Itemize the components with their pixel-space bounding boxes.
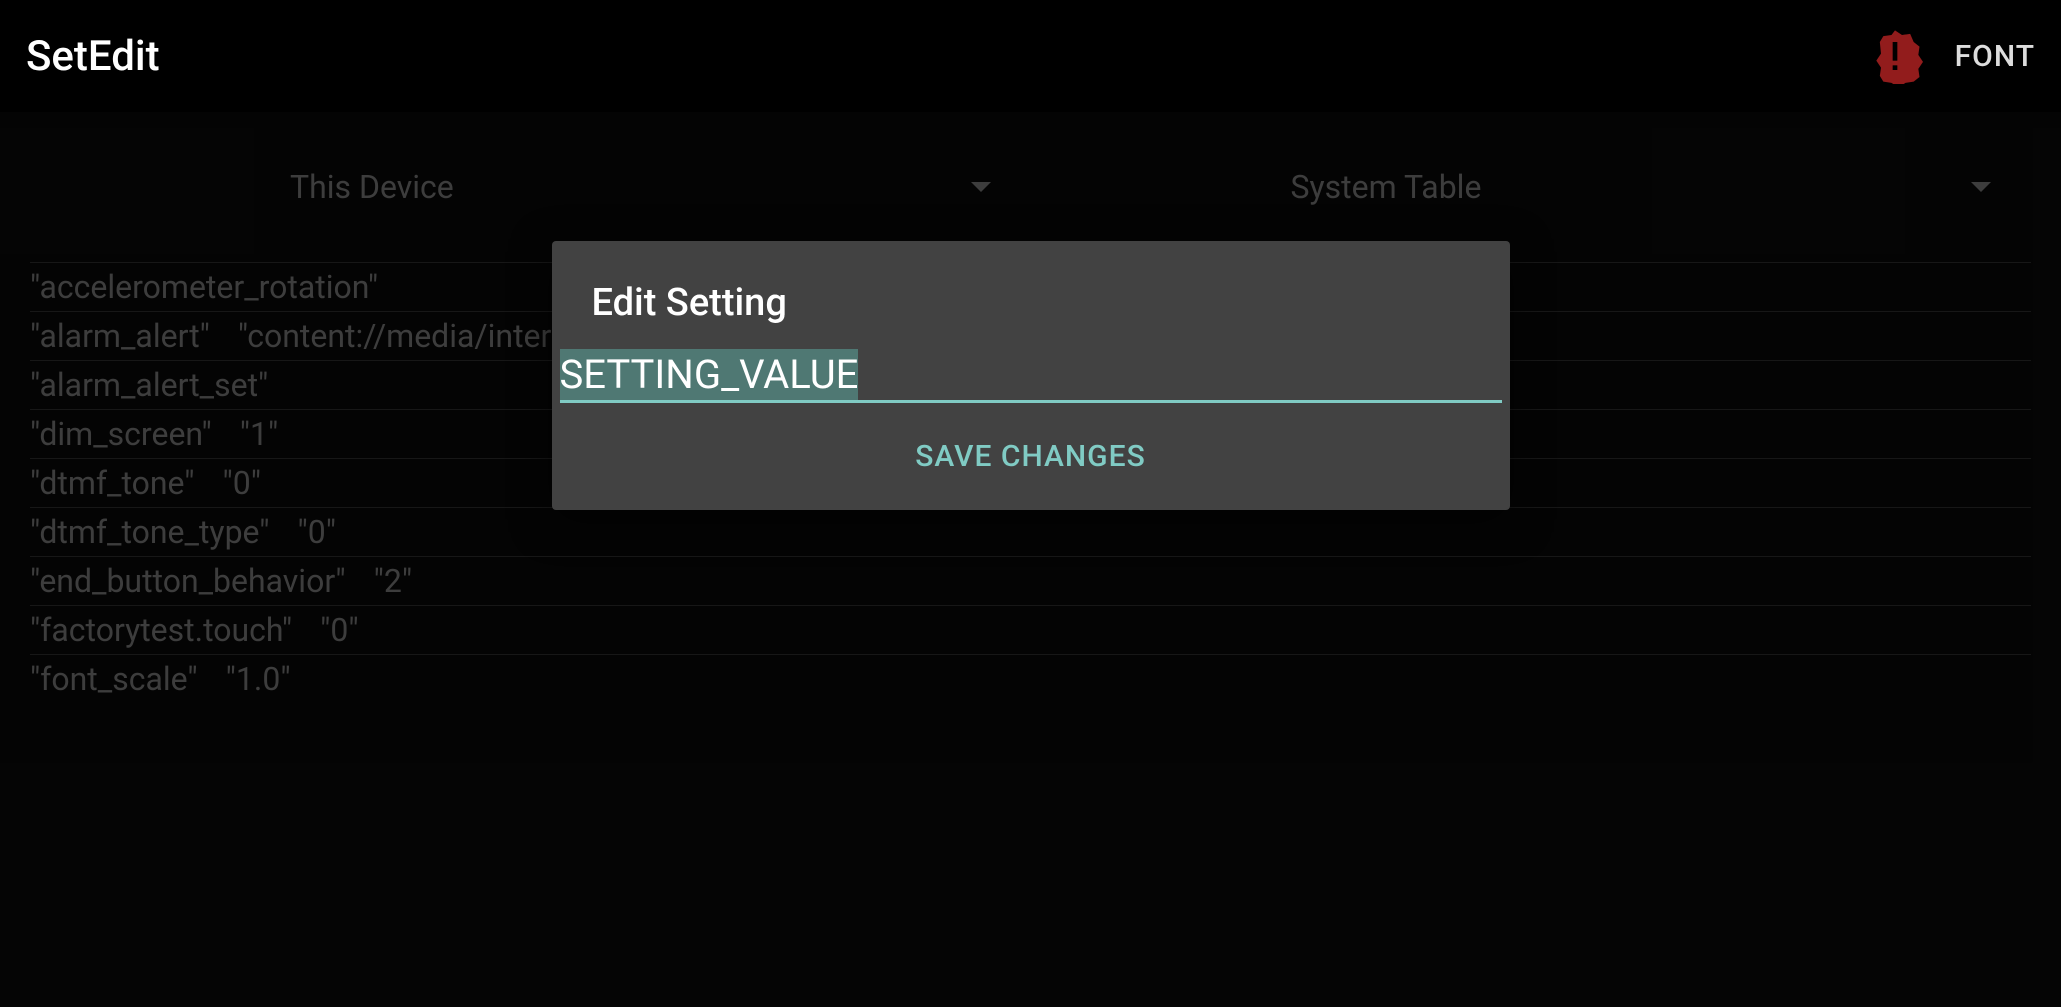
- alert-badge-icon[interactable]: [1867, 28, 1923, 84]
- setting-value-text: SETTING_VALUE: [560, 349, 859, 400]
- font-button[interactable]: FONT: [1955, 39, 2035, 74]
- edit-setting-dialog: Edit Setting SETTING_VALUE SAVE CHANGES: [552, 241, 1510, 510]
- content-area: This Device System Table "accelerometer_…: [0, 112, 2061, 1007]
- save-changes-button[interactable]: SAVE CHANGES: [915, 439, 1145, 474]
- app-title: SetEdit: [26, 32, 1867, 81]
- dialog-title: Edit Setting: [552, 281, 1510, 349]
- setting-value-input[interactable]: SETTING_VALUE: [560, 349, 1502, 403]
- modal-overlay[interactable]: Edit Setting SETTING_VALUE SAVE CHANGES: [0, 112, 2061, 1007]
- dialog-actions: SAVE CHANGES: [552, 403, 1510, 510]
- app-bar: SetEdit FONT: [0, 0, 2061, 112]
